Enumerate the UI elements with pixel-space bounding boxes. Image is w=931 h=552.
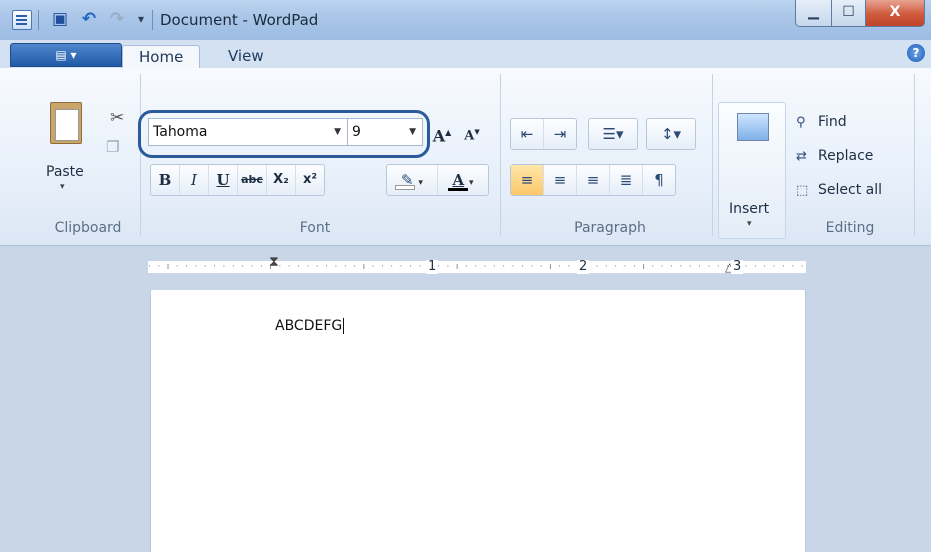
group-divider — [140, 74, 141, 236]
highlight-color-button[interactable]: ✎ ▾ — [387, 165, 438, 195]
line-spacing-icon[interactable]: ↕▾ — [647, 119, 695, 149]
font-size-value: 9 — [352, 124, 361, 140]
align-center-icon[interactable]: ≡ — [544, 165, 577, 195]
font-color-buttons: ✎ ▾ A ▾ — [386, 164, 489, 196]
increase-indent-icon[interactable]: ⇥ — [544, 119, 576, 149]
alignment-buttons: ≡ ≡ ≡ ≣ ¶ — [510, 164, 676, 196]
font-group-label: Font — [299, 220, 331, 236]
close-button[interactable]: X — [866, 0, 925, 27]
title-bar: ▣ ↶ ↷ ▾ Document - WordPad ▁ ☐ X — [0, 0, 931, 41]
paragraph-group-label: Paragraph — [574, 220, 646, 236]
ruler-ticks: ··ı··········ı·········ı·········ı······… — [148, 262, 806, 272]
group-divider — [712, 74, 713, 236]
document-text-line[interactable]: ABCDEFG — [275, 318, 345, 334]
chevron-down-icon[interactable]: ▾ — [469, 178, 474, 188]
clipboard-group-label: Clipboard — [54, 220, 122, 236]
qat-separator — [38, 10, 39, 30]
qat-separator — [152, 10, 153, 30]
redo-icon[interactable]: ↷ — [106, 8, 128, 30]
chevron-down-icon: ▾ — [747, 219, 752, 229]
save-icon[interactable]: ▣ — [49, 8, 71, 30]
insert-label: Insert — [729, 201, 770, 217]
tab-view[interactable]: View — [212, 45, 280, 68]
font-size-combo[interactable]: 9 ▼ — [347, 118, 423, 146]
ruler-label-1: 1 — [426, 259, 439, 274]
ruler-label-2: 2 — [577, 259, 590, 274]
decrease-indent-icon[interactable]: ⇤ — [511, 119, 544, 149]
font-family-value: Tahoma — [153, 124, 208, 140]
shrink-font-button[interactable]: A▼ — [458, 120, 486, 144]
select-all-button[interactable]: ⬚ Select all — [796, 178, 882, 202]
chevron-down-icon[interactable]: ▼ — [409, 119, 416, 145]
align-left-icon[interactable]: ≡ — [511, 165, 544, 195]
paste-label: Paste — [46, 164, 84, 180]
help-icon[interactable]: ? — [907, 44, 925, 62]
font-family-combo[interactable]: Tahoma ▼ — [148, 118, 348, 146]
ribbon-tabs: ▤ ▾ Home View ? — [0, 40, 931, 69]
undo-icon[interactable]: ↶ — [78, 8, 100, 30]
align-right-icon[interactable]: ≡ — [577, 165, 610, 195]
grow-font-button[interactable]: A▲ — [428, 120, 456, 145]
list-buttons: ☰▾ — [588, 118, 638, 150]
text-caret — [343, 318, 345, 334]
superscript-button[interactable]: x² — [296, 165, 324, 195]
customize-qat-icon[interactable]: ▾ — [130, 8, 152, 30]
underline-button[interactable]: U — [209, 165, 238, 195]
font-color-icon: A — [452, 171, 465, 189]
document-text: ABCDEFG — [275, 318, 343, 334]
replace-button[interactable]: ⇄ Replace — [796, 144, 873, 168]
font-format-buttons: B I U abc X₂ x² — [150, 164, 325, 196]
binoculars-icon: ⚲ — [796, 115, 806, 130]
group-divider — [914, 74, 915, 236]
italic-button[interactable]: I — [180, 165, 209, 195]
chevron-down-icon[interactable]: ▼ — [334, 119, 341, 145]
tab-home[interactable]: Home — [122, 45, 201, 69]
group-divider — [500, 74, 501, 236]
indent-buttons: ⇤ ⇥ — [510, 118, 577, 150]
document-page[interactable]: ABCDEFG — [150, 290, 806, 552]
application-menu-button[interactable]: ▤ ▾ — [10, 43, 122, 67]
font-color-button[interactable]: A ▾ — [438, 165, 488, 195]
horizontal-ruler[interactable]: ··ı··········ı·········ı·········ı······… — [148, 254, 806, 280]
window-controls: ▁ ☐ X — [795, 0, 925, 27]
maximize-button[interactable]: ☐ — [832, 0, 866, 27]
insert-button[interactable]: Insert ▾ — [718, 102, 786, 239]
minimize-button[interactable]: ▁ — [795, 0, 832, 27]
line-spacing-buttons: ↕▾ — [646, 118, 696, 150]
wordpad-app-icon[interactable] — [12, 10, 32, 30]
select-all-icon: ⬚ — [796, 183, 809, 198]
strikethrough-button[interactable]: abc — [238, 165, 267, 195]
paste-dropdown-arrow[interactable]: ▾ — [60, 182, 65, 192]
chevron-down-icon[interactable]: ▾ — [418, 178, 423, 188]
ruler-label-3: 3 — [731, 259, 744, 274]
bold-button[interactable]: B — [151, 165, 180, 195]
subscript-button[interactable]: X₂ — [267, 165, 296, 195]
font-color-swatch — [448, 188, 468, 191]
clipboard-icon — [50, 102, 82, 144]
paragraph-settings-icon[interactable]: ¶ — [643, 165, 675, 195]
replace-icon: ⇄ — [796, 149, 807, 164]
window-title: Document - WordPad — [160, 11, 319, 29]
left-indent-marker[interactable] — [269, 254, 279, 280]
highlight-swatch — [395, 185, 415, 190]
bullet-list-icon[interactable]: ☰▾ — [589, 119, 637, 149]
copy-icon[interactable]: ❐ — [106, 138, 119, 156]
find-button[interactable]: ⚲ Find — [796, 110, 847, 134]
justify-icon[interactable]: ≣ — [610, 165, 643, 195]
editing-group-label: Editing — [825, 220, 875, 236]
document-workspace: ··ı··········ı·········ı·········ı······… — [0, 246, 931, 552]
picture-icon — [737, 113, 769, 141]
ribbon-home-panel: Paste ▾ ✂ ❐ Clipboard Tahoma ▼ 9 ▼ A▲ A▼… — [0, 68, 931, 246]
cut-icon[interactable]: ✂ — [110, 108, 124, 128]
